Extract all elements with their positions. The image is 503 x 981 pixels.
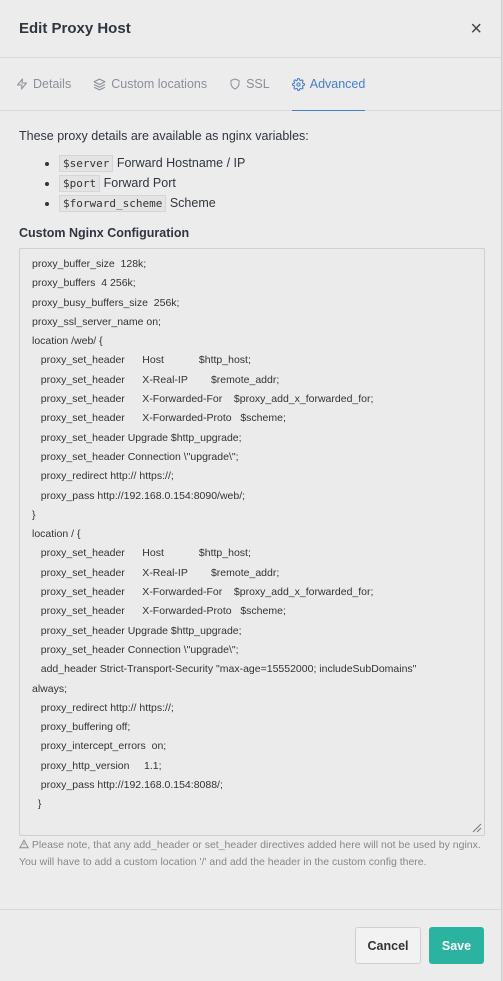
- config-line: proxy_ssl_server_name on;: [32, 315, 161, 328]
- config-line: proxy_http_version 1.1;: [32, 759, 162, 772]
- tab-bar: Details Custom locations SSL Advanced: [0, 58, 501, 111]
- tab-advanced[interactable]: Advanced: [291, 58, 366, 111]
- config-line: proxy_buffers 4 256k;: [32, 277, 136, 290]
- tab-ssl-label: SSL: [246, 77, 270, 91]
- config-line: proxy_set_header Upgrade $http_upgrade;: [32, 624, 242, 637]
- list-item: $port Forward Port: [59, 175, 482, 192]
- cancel-button[interactable]: Cancel: [355, 927, 421, 964]
- variables-list: $server Forward Hostname / IP $port Forw…: [19, 155, 482, 212]
- config-note: Please note, that any add_header or set_…: [19, 837, 481, 871]
- tab-ssl[interactable]: SSL: [229, 58, 270, 110]
- variable-code: $forward_scheme: [59, 195, 167, 212]
- list-item: $server Forward Hostname / IP: [59, 155, 482, 172]
- modal-header: Edit Proxy Host ×: [0, 0, 501, 58]
- config-line: proxy_set_header Host $http_host;: [32, 547, 251, 560]
- config-line: proxy_set_header X-Forwarded-For $proxy_…: [32, 393, 374, 406]
- tab-advanced-label: Advanced: [309, 77, 366, 91]
- variable-code: $port: [59, 175, 101, 192]
- list-item: $forward_scheme Scheme: [59, 195, 482, 212]
- config-note-text: Please note, that any add_header or set_…: [19, 839, 481, 868]
- close-icon[interactable]: ×: [470, 19, 482, 39]
- config-line: proxy_set_header X-Real-IP $remote_addr;: [32, 566, 280, 579]
- config-line: location /web/ {: [32, 335, 103, 348]
- config-line: proxy_set_header X-Real-IP $remote_addr;: [32, 373, 280, 386]
- tab-custom-locations[interactable]: Custom locations: [93, 58, 207, 110]
- config-line: always;: [32, 682, 68, 695]
- config-line: proxy_buffering off;: [32, 721, 131, 734]
- config-line: proxy_set_header Host $http_host;: [32, 354, 251, 367]
- warning-icon: [19, 839, 29, 849]
- tab-details-label: Details: [33, 77, 72, 91]
- config-line: proxy_pass http://192.168.0.154:8088/;: [32, 779, 223, 792]
- edit-proxy-host-modal: Edit Proxy Host × Details Custom locatio…: [0, 0, 502, 981]
- config-line: add_header Strict-Transport-Security "ma…: [32, 663, 417, 676]
- variable-desc: Forward Hostname / IP: [116, 156, 246, 170]
- config-line: }: [32, 798, 42, 811]
- config-line: proxy_redirect http:// https://;: [32, 701, 174, 714]
- variables-intro: These proxy details are available as ngi…: [19, 129, 309, 143]
- variable-code: $server: [59, 155, 114, 172]
- config-line: proxy_redirect http:// https://;: [32, 470, 174, 483]
- config-line: proxy_set_header Upgrade $http_upgrade;: [32, 431, 242, 444]
- resize-handle-icon[interactable]: [472, 823, 482, 833]
- config-line: proxy_intercept_errors on;: [32, 740, 167, 753]
- config-label: Custom Nginx Configuration: [19, 226, 190, 240]
- advanced-panel: These proxy details are available as ngi…: [0, 111, 501, 871]
- config-line: proxy_buffer_size 128k;: [32, 258, 147, 270]
- shield-icon: [230, 78, 240, 90]
- save-button[interactable]: Save: [429, 927, 484, 964]
- variable-desc: Forward Port: [103, 176, 176, 190]
- config-line: proxy_set_header Connection \"upgrade\";: [32, 450, 239, 463]
- config-line: proxy_set_header X-Forwarded-For $proxy_…: [32, 586, 374, 599]
- config-line: proxy_set_header X-Forwarded-Proto $sche…: [32, 605, 286, 618]
- config-line: proxy_set_header X-Forwarded-Proto $sche…: [32, 412, 286, 425]
- config-line: proxy_busy_buffers_size 256k;: [32, 296, 180, 309]
- layers-icon: [93, 78, 106, 90]
- modal-title: Edit Proxy Host: [19, 20, 131, 37]
- config-line: }: [32, 508, 36, 521]
- config-line: proxy_set_header Connection \"upgrade\";: [32, 643, 239, 656]
- modal-footer: Cancel Save: [0, 909, 501, 981]
- variable-desc: Scheme: [169, 196, 216, 210]
- tab-details[interactable]: Details: [16, 58, 71, 110]
- tab-custom-locations-label: Custom locations: [111, 77, 208, 91]
- gear-icon: [291, 77, 305, 91]
- config-line: proxy_pass http://192.168.0.154:8090/web…: [32, 489, 246, 502]
- custom-config-textarea[interactable]: proxy_buffer_size 128k; proxy_buffers 4 2…: [19, 248, 485, 836]
- lightning-icon: [17, 78, 27, 90]
- config-line: location / {: [32, 528, 81, 541]
